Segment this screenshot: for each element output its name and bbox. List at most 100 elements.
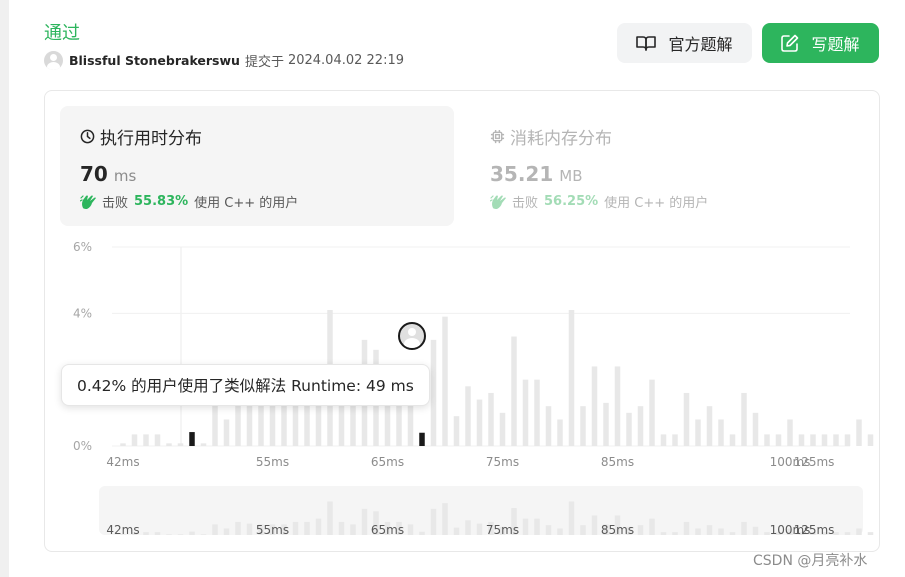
runtime-bar[interactable] xyxy=(603,402,609,446)
runtime-bar[interactable] xyxy=(350,402,356,446)
navigator-bar xyxy=(568,501,575,535)
navigator-bar xyxy=(200,534,207,535)
runtime-bar[interactable] xyxy=(200,443,207,446)
runtime-bar[interactable] xyxy=(821,434,828,446)
runtime-bar[interactable] xyxy=(442,316,448,446)
runtime-bar[interactable] xyxy=(660,434,667,446)
runtime-bar[interactable] xyxy=(649,379,655,446)
runtime-bar[interactable] xyxy=(281,402,287,446)
navigator-bar xyxy=(683,521,690,535)
navigator-bar xyxy=(637,525,644,535)
navigator-bar xyxy=(292,521,299,535)
x-tick-label: 65ms xyxy=(371,455,404,469)
navigator-tick-label: 65ms xyxy=(371,523,404,537)
runtime-bar[interactable] xyxy=(166,443,172,446)
navigator-bar xyxy=(545,525,552,535)
runtime-bar[interactable] xyxy=(867,434,874,446)
navigator-tick-label: 85ms xyxy=(601,523,634,537)
runtime-bar[interactable] xyxy=(741,392,747,446)
runtime-bar[interactable] xyxy=(212,402,218,446)
runtime-bar[interactable] xyxy=(683,392,690,446)
navigator-bar xyxy=(695,528,701,535)
navigator-bar xyxy=(315,518,322,535)
navigator-bar xyxy=(844,532,851,535)
runtime-bar[interactable] xyxy=(844,434,851,446)
navigator-bar xyxy=(327,501,333,535)
runtime-bar[interactable] xyxy=(614,366,621,446)
runtime-bar[interactable] xyxy=(856,419,862,446)
runtime-bar[interactable] xyxy=(775,434,782,446)
navigator-bar xyxy=(223,528,230,535)
navigator-bar xyxy=(166,534,172,535)
chart-tooltip: 0.42% 的用户使用了类似解法 Runtime: 49 ms xyxy=(61,364,430,406)
user-avatar-marker[interactable] xyxy=(398,322,426,350)
runtime-bar[interactable] xyxy=(672,434,678,446)
y-tick-label: 6% xyxy=(73,240,92,254)
navigator-bar xyxy=(557,528,563,535)
runtime-bar[interactable] xyxy=(637,406,644,446)
navigator-bar xyxy=(304,521,310,535)
y-tick-label: 4% xyxy=(73,306,92,320)
runtime-bar[interactable] xyxy=(764,434,770,446)
navigator-bar xyxy=(522,518,529,535)
runtime-bar[interactable] xyxy=(706,406,713,446)
navigator-bar xyxy=(419,531,425,535)
runtime-bar[interactable] xyxy=(269,402,276,446)
runtime-bar[interactable] xyxy=(499,412,506,446)
runtime-bar[interactable] xyxy=(557,419,563,446)
runtime-bar[interactable] xyxy=(695,419,701,446)
y-tick-label: 0% xyxy=(73,439,92,453)
runtime-bar[interactable] xyxy=(522,379,529,446)
runtime-bar[interactable] xyxy=(718,419,724,446)
runtime-bar[interactable] xyxy=(476,399,483,446)
x-tick-label: 42ms xyxy=(106,455,139,469)
watermark: CSDN @月亮补水 xyxy=(753,553,868,569)
runtime-bar[interactable] xyxy=(453,416,460,446)
runtime-bar[interactable] xyxy=(407,402,414,446)
runtime-bar[interactable] xyxy=(223,419,230,446)
runtime-bar[interactable] xyxy=(798,434,805,446)
navigator-bar xyxy=(212,524,218,535)
navigator-bar xyxy=(867,532,874,535)
runtime-bar[interactable] xyxy=(511,336,517,446)
x-tick-label: 55ms xyxy=(256,455,289,469)
runtime-bar[interactable] xyxy=(430,339,437,446)
runtime-bar[interactable] xyxy=(591,366,598,446)
runtime-bar[interactable] xyxy=(833,434,839,446)
runtime-bar[interactable] xyxy=(189,432,195,446)
navigator-bar xyxy=(154,532,161,535)
runtime-bar[interactable] xyxy=(465,386,471,446)
navigator-bar xyxy=(580,525,586,535)
runtime-bar[interactable] xyxy=(488,392,494,446)
navigator-bar xyxy=(235,521,241,535)
runtime-bar[interactable] xyxy=(534,379,540,446)
navigator-bar xyxy=(534,518,540,535)
x-tick-label: 85ms xyxy=(601,455,634,469)
runtime-bar[interactable] xyxy=(246,399,253,446)
runtime-bar[interactable] xyxy=(143,434,149,446)
navigator-bar xyxy=(718,528,724,535)
runtime-bar[interactable] xyxy=(120,443,126,446)
runtime-bar[interactable] xyxy=(568,310,575,446)
runtime-bar[interactable] xyxy=(626,412,632,446)
runtime-bar[interactable] xyxy=(787,419,793,446)
navigator-bar xyxy=(189,531,195,535)
runtime-bar[interactable] xyxy=(258,402,264,446)
runtime-bar[interactable] xyxy=(580,406,586,446)
runtime-bar[interactable] xyxy=(177,443,184,446)
navigator-bar xyxy=(430,508,437,535)
navigator-tick-label: 125ms xyxy=(794,523,835,537)
navigator-bar xyxy=(465,520,471,535)
runtime-bar[interactable] xyxy=(752,412,759,446)
navigator-tick-label: 42ms xyxy=(106,523,139,537)
runtime-bar[interactable] xyxy=(729,434,736,446)
navigator-bar xyxy=(706,525,713,535)
navigator-bar xyxy=(361,508,368,535)
runtime-bar[interactable] xyxy=(810,434,816,446)
runtime-bar[interactable] xyxy=(419,432,425,446)
runtime-bar[interactable] xyxy=(545,406,552,446)
runtime-bar[interactable] xyxy=(154,434,161,446)
runtime-bar[interactable] xyxy=(131,434,138,446)
runtime-distribution-chart[interactable]: 6%4%0% 42ms 55ms 65ms 75ms 85ms 100ms125ms 42… xyxy=(0,0,905,577)
navigator-bar xyxy=(649,518,655,535)
